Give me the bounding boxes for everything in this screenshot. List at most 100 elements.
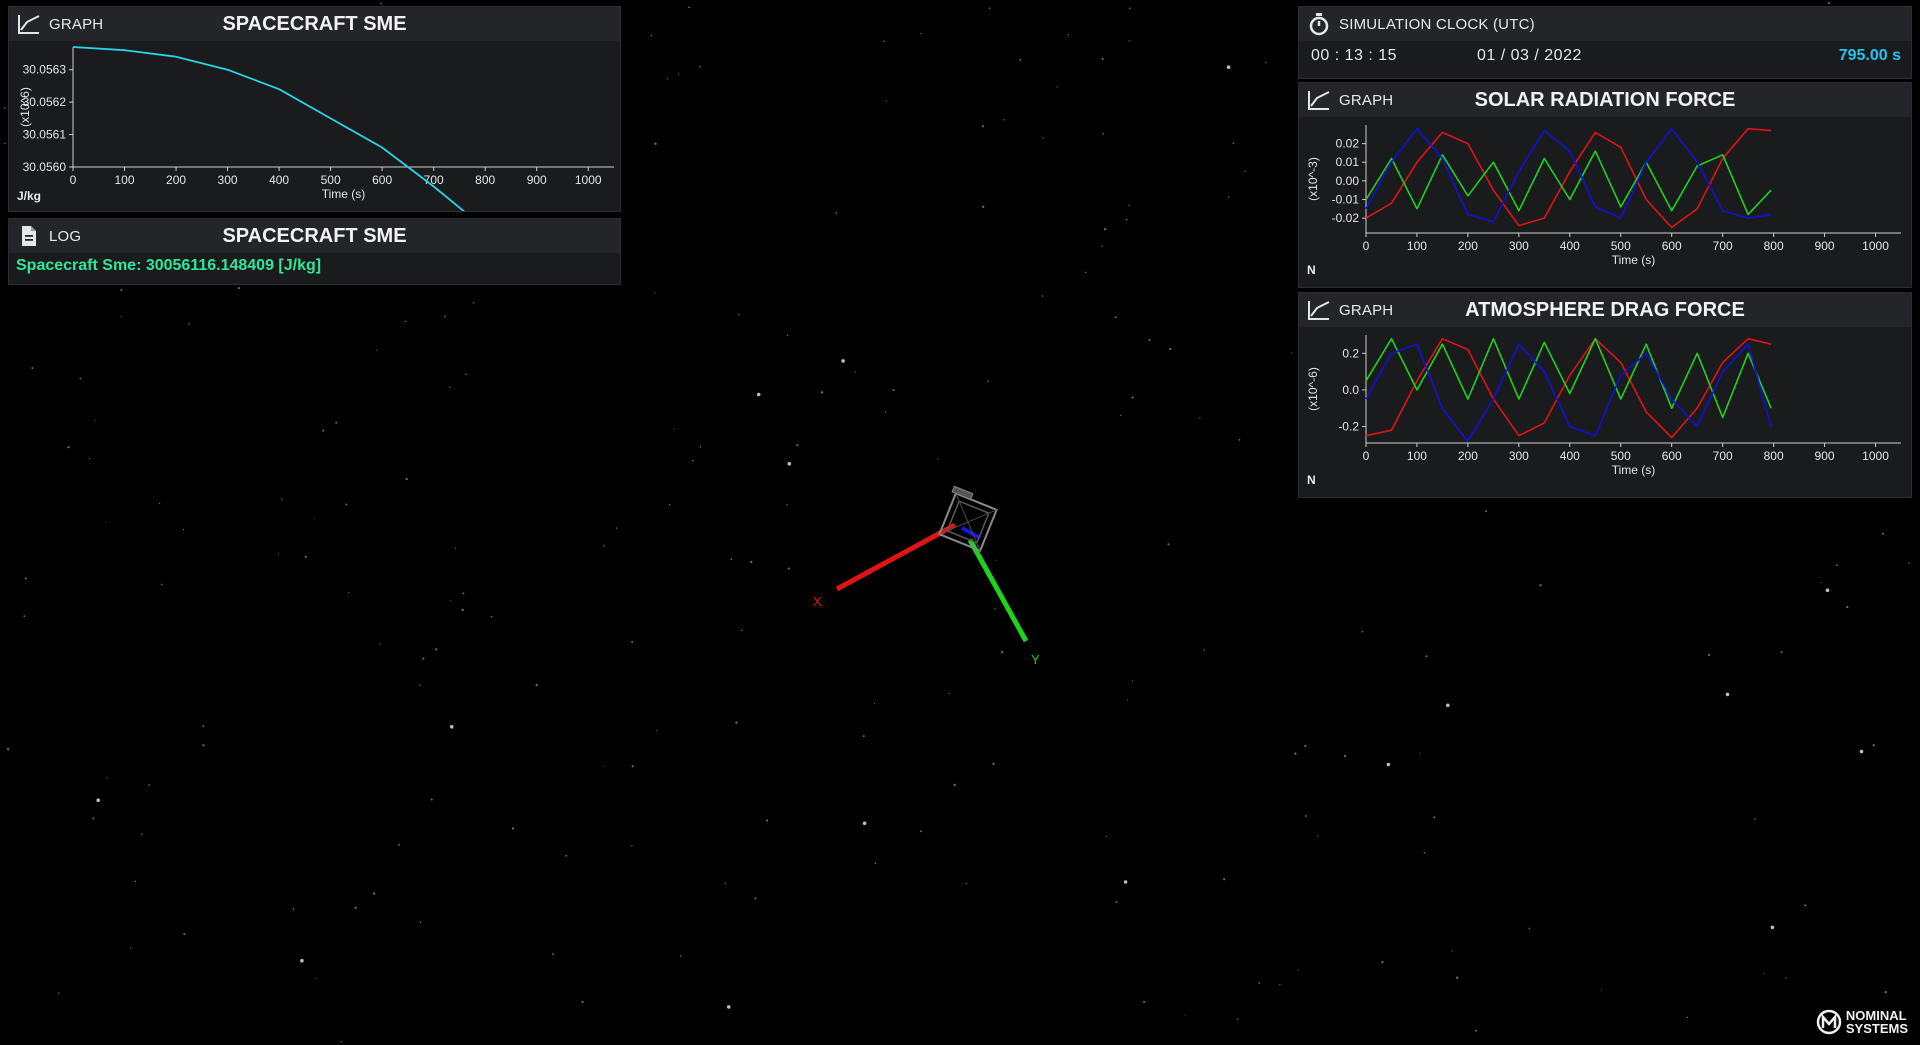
star [1131,396,1134,399]
sme-log-panel[interactable]: LOG SPACECRAFT SME Spacecraft Sme: 30056… [8,218,621,285]
star [1446,703,1450,708]
star [4,107,6,109]
star [1001,651,1004,654]
star [449,386,451,389]
star [449,725,454,729]
panel-kind-label: GRAPH [1339,301,1394,319]
x-tick-label: 700 [424,173,444,187]
x-tick-label: 400 [269,173,289,187]
x-tick-label: 900 [527,173,547,187]
atmosphere-drag-graph-panel[interactable]: GRAPH ATMOSPHERE DRAG FORCE 0 100 200 300 40… [1298,292,1912,498]
star [1294,752,1297,755]
star [1120,414,1122,417]
star [631,845,633,847]
unit-label: N [1307,263,1316,277]
star [238,287,241,290]
star [300,958,304,963]
star [1859,749,1864,754]
star [730,558,733,560]
star [862,735,865,738]
x-tick-label: 0 [1363,239,1370,253]
star [1884,990,1887,994]
star [1131,680,1133,681]
x-tick-label: 700 [1713,449,1733,463]
star [465,373,467,376]
star [766,819,769,822]
star [688,6,691,9]
document-icon [22,226,36,246]
star [862,821,867,826]
star [422,657,425,660]
star [1203,649,1206,651]
star [404,320,407,323]
star [854,371,856,373]
star [948,692,950,695]
star [1143,1000,1146,1003]
star [1184,1014,1186,1016]
star [1199,417,1201,419]
star [1115,901,1118,904]
sme-graph-header[interactable]: GRAPH SPACECRAFT SME [9,7,620,41]
star [340,1040,343,1043]
star [1725,692,1730,697]
star [786,504,788,506]
star [313,518,315,520]
x-axis-title: Time (s) [1612,463,1656,477]
star [105,521,107,523]
star [1102,133,1104,135]
star [304,555,307,558]
star [376,349,378,351]
star [1101,245,1103,247]
star [1881,532,1884,535]
star [450,600,452,602]
star [1042,137,1044,139]
clock-date: 01 / 03 / 2022 [1477,47,1582,64]
sme-log-header[interactable]: LOG SPACECRAFT SME [9,219,620,253]
star [31,367,34,370]
y-tick-label: 0.0 [1342,383,1359,397]
x-tick-label: 400 [1560,239,1580,253]
x-tick-label: 1000 [1862,239,1889,253]
star [160,583,163,586]
star [202,725,205,728]
drag-graph-header[interactable]: GRAPH ATMOSPHERE DRAG FORCE [1299,293,1911,327]
star [982,205,985,208]
star [937,458,939,460]
spacecraft-model[interactable] [936,485,999,552]
clock-header[interactable]: SIMULATION CLOCK (UTC) [1299,7,1911,41]
star [120,316,122,318]
star [741,629,743,632]
x-tick-label: 100 [1407,239,1427,253]
star [1167,543,1170,546]
solar-graph-header[interactable]: GRAPH SOLAR RADIATION FORCE [1299,83,1911,117]
star [992,762,995,765]
star [345,503,348,506]
sme-graph-panel[interactable]: GRAPH SPACECRAFT SME 0 100 200 300 400 500 600… [8,6,621,212]
star [841,359,845,363]
star [884,411,887,413]
star [354,906,357,909]
star [699,446,702,448]
star [581,1000,584,1004]
star [615,527,618,529]
star [1539,584,1542,587]
x-tick-label: 800 [1764,449,1784,463]
star [668,503,671,506]
star [920,33,922,35]
solar-chart: 0 100 200 300 400 500 600 700 800 900 1000 0.02 0.01… [1306,125,1901,267]
star [1114,316,1117,319]
star [1785,977,1787,979]
star [1105,835,1107,838]
star [787,567,790,570]
star [666,78,669,80]
x-axis-arrow [835,522,957,592]
star [6,748,10,751]
star [473,302,475,304]
star [885,100,888,102]
simulation-clock-panel[interactable]: SIMULATION CLOCK (UTC) 00 : 13 : 15 01 /… [1298,6,1912,79]
star [1872,743,1875,747]
star [1223,878,1226,881]
star [981,125,984,128]
star [182,528,185,531]
solar-radiation-graph-panel[interactable]: GRAPH SOLAR RADIATION FORCE 0 100 200 300 40… [1298,82,1912,288]
